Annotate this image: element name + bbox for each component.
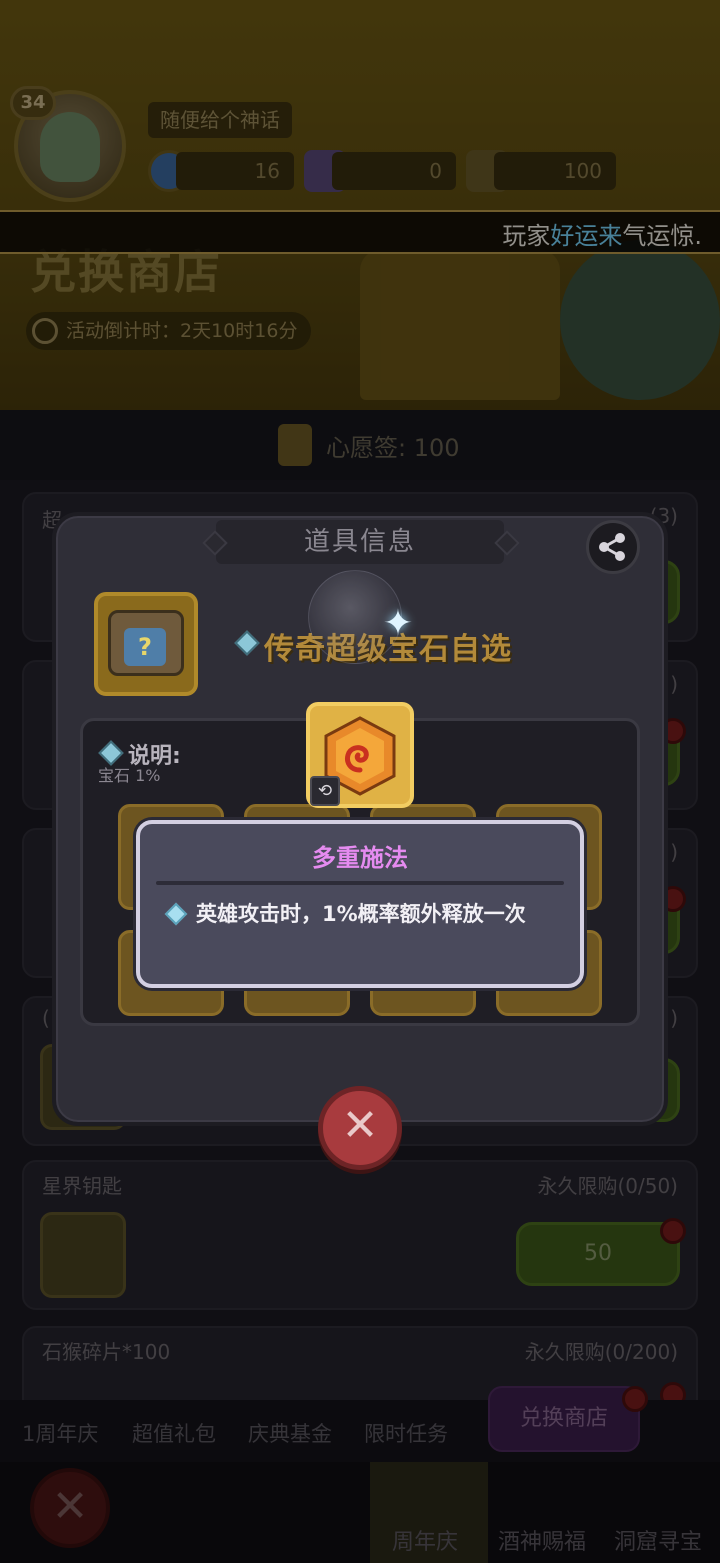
dialog-title: 道具信息 — [303, 527, 416, 557]
close-icon: ✕ — [341, 1100, 379, 1151]
tooltip-divider — [156, 881, 564, 885]
tooltip-text: 英雄攻击时，1%概率额外释放一次 — [196, 902, 526, 926]
sparkle-icon: ✦ — [382, 603, 414, 644]
share-button[interactable] — [586, 520, 640, 574]
description-text: 宝石 1% — [98, 766, 161, 785]
tooltip-title: 多重施法 — [312, 844, 408, 872]
skill-type-icon: ⟲ — [310, 776, 340, 806]
share-icon — [599, 533, 625, 561]
question-mark-icon: ? — [124, 628, 166, 666]
